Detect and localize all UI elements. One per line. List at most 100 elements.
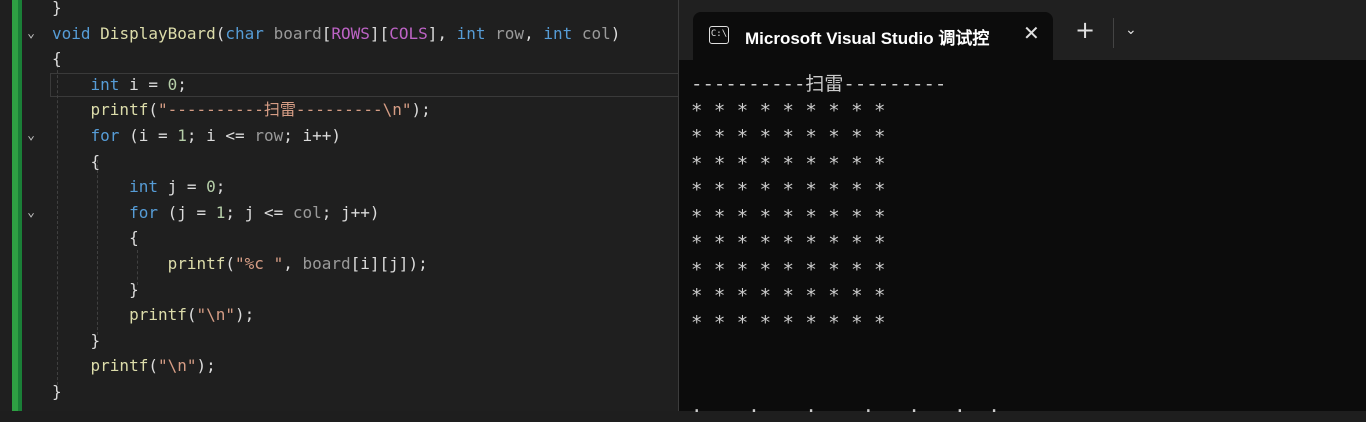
code-token: ; i <= — [186, 126, 255, 145]
terminal-output-line: * * * * * * * * * — [691, 205, 886, 228]
code-token: printf — [90, 356, 149, 376]
code-line[interactable]: int i = 0; — [52, 72, 187, 98]
code-token: 1 — [215, 202, 226, 222]
code-token: ; i++) — [283, 126, 342, 145]
tab-title: Microsoft Visual Studio 调试控 — [745, 29, 990, 48]
code-token: printf — [129, 305, 187, 325]
code-token: row — [495, 23, 525, 43]
terminal-output-line: * * * * * * * * * — [691, 311, 886, 334]
code-token: char — [225, 23, 274, 43]
code-line[interactable]: printf("\n"); — [52, 302, 254, 328]
code-token: printf — [90, 100, 149, 120]
code-token: j = — [167, 177, 207, 197]
code-line[interactable]: } — [52, 328, 101, 354]
terminal-output-line: * * * * * * * * * — [691, 285, 886, 307]
fold-chevron-icon[interactable]: ⌄ — [24, 206, 38, 220]
code-token: [ — [321, 23, 332, 43]
code-line[interactable]: } — [52, 379, 62, 405]
code-token: ; — [215, 177, 226, 197]
code-line[interactable]: void DisplayBoard(char board[ROWS][COLS]… — [52, 21, 620, 47]
terminal-output-line: * * * * * * * * * — [691, 179, 886, 201]
tab-separator — [1113, 18, 1114, 48]
code-token: (j = — [167, 202, 216, 222]
code-token: ], — [427, 23, 457, 43]
code-token: int — [129, 177, 168, 197]
code-line[interactable]: } — [52, 0, 62, 21]
code-token: { — [52, 49, 62, 69]
code-token: ; — [177, 74, 187, 94]
code-token: board — [302, 254, 351, 273]
code-token: ROWS — [331, 23, 370, 43]
terminal-output-line: ----------扫雷--------- — [691, 73, 947, 95]
code-editor[interactable]: ⌄ ⌄ ⌄ } void DisplayBoard(char board[ROWS… — [0, 0, 680, 411]
code-token: ; j++) — [321, 202, 380, 222]
code-line[interactable]: } — [52, 277, 139, 303]
code-token: ( — [186, 305, 197, 325]
code-line[interactable]: for (j = 1; j <= col; j++) — [52, 200, 380, 226]
code-token: col — [581, 23, 611, 43]
terminal-window[interactable]: C:\ Microsoft Visual Studio 调试控 ✕ + ⌄ --… — [678, 0, 1366, 422]
terminal-output-line: * * * * * * * * * — [691, 152, 886, 175]
code-line[interactable]: printf("\n"); — [52, 353, 216, 379]
code-token: for — [90, 126, 130, 145]
code-token: ; j <= — [225, 202, 293, 222]
code-token: row — [254, 126, 284, 145]
code-token: int — [543, 23, 582, 43]
change-indicator-bar-secondary — [18, 0, 22, 411]
code-token: ( — [225, 254, 236, 273]
code-token: , — [524, 23, 544, 43]
code-token: int — [90, 74, 130, 94]
code-token: int — [456, 23, 496, 43]
code-line[interactable]: { — [52, 149, 101, 175]
code-token: ( — [148, 356, 158, 376]
code-token: } — [52, 0, 62, 17]
code-token: "%c " — [235, 254, 284, 273]
code-token: (i = — [129, 126, 178, 145]
terminal-tab-bar: C:\ Microsoft Visual Studio 调试控 ✕ + ⌄ — [679, 0, 1366, 60]
code-line[interactable]: { — [52, 46, 62, 72]
code-token: for — [129, 202, 168, 222]
code-line[interactable]: int j = 0; — [52, 174, 225, 200]
code-token: ][ — [369, 23, 390, 43]
code-token: } — [129, 279, 139, 299]
code-token: "----------扫雷---------\n" — [157, 100, 412, 120]
code-token: ) — [610, 23, 621, 43]
code-line[interactable]: printf("----------扫雷---------\n"); — [52, 97, 431, 123]
code-token: i = — [129, 74, 168, 94]
terminal-output-line: * * * * * * * * * — [691, 126, 886, 148]
fold-chevron-icon[interactable]: ⌄ — [24, 27, 38, 41]
code-token: col — [292, 202, 322, 222]
code-token: 0 — [206, 177, 216, 197]
code-token: "\n" — [157, 356, 197, 376]
code-token: } — [52, 382, 62, 401]
plus-icon[interactable]: + — [1075, 18, 1095, 42]
close-icon[interactable]: ✕ — [1023, 21, 1040, 45]
terminal-output-line: * * * * * * * * * — [691, 99, 886, 122]
code-token: DisplayBoard — [100, 23, 216, 43]
fold-chevron-icon[interactable]: ⌄ — [24, 129, 38, 143]
code-token: [i][j]); — [350, 254, 428, 273]
code-token: ); — [196, 356, 216, 376]
console-icon: C:\ — [709, 26, 729, 44]
code-line[interactable]: for (i = 1; i <= row; i++) — [52, 123, 341, 149]
code-token: "\n" — [196, 305, 236, 325]
code-token: printf — [167, 254, 226, 273]
code-token: ); — [235, 305, 255, 325]
code-token: board — [273, 23, 322, 43]
code-token: COLS — [389, 23, 428, 43]
chevron-down-icon[interactable]: ⌄ — [1125, 22, 1137, 38]
code-line[interactable]: printf("%c ", board[i][j]); — [52, 251, 428, 277]
code-token: ( — [148, 100, 158, 120]
terminal-output-line: * * * * * * * * * — [691, 232, 886, 254]
code-token: 1 — [177, 126, 187, 145]
code-token: { — [90, 151, 101, 171]
terminal-output-partial: · · · · · · · — [691, 400, 1000, 422]
code-token: ( — [215, 23, 226, 43]
terminal-output-line: * * * * * * * * * — [691, 258, 886, 281]
terminal-tab[interactable]: C:\ Microsoft Visual Studio 调试控 ✕ — [693, 12, 1053, 60]
code-line[interactable]: { — [52, 225, 139, 251]
code-token: } — [90, 330, 101, 350]
code-token: 0 — [167, 74, 178, 94]
code-token: , — [283, 254, 303, 273]
code-token: { — [129, 228, 139, 248]
